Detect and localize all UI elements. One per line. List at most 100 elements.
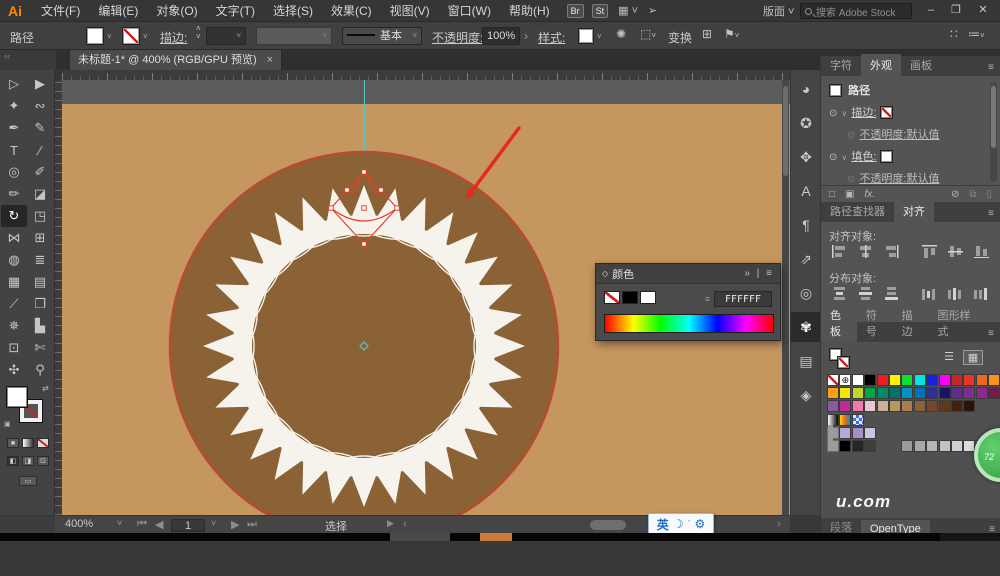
- menu-编辑E[interactable]: 编辑(E): [89, 4, 147, 18]
- bridge-button[interactable]: Br: [567, 4, 584, 18]
- first-artboard-icon[interactable]: ⏮: [137, 518, 147, 531]
- tool-pen[interactable]: ✒: [1, 117, 27, 139]
- swatch-cell[interactable]: [864, 387, 876, 399]
- swatch-cell[interactable]: [963, 374, 975, 386]
- fill-caret-icon[interactable]: ˅: [107, 32, 112, 41]
- brush-definition[interactable]: 基本˅: [342, 27, 422, 45]
- swatch-cell[interactable]: [889, 387, 901, 399]
- arrange-documents-icon[interactable]: ▦ ˅: [618, 4, 638, 17]
- dist-center-v-button[interactable]: [853, 284, 877, 303]
- tool-symbol-sprayer[interactable]: ✵: [1, 315, 27, 337]
- artboard-caret-icon[interactable]: ˅: [211, 518, 216, 528]
- tool-hand[interactable]: ✣: [1, 359, 27, 381]
- align-bottom-button[interactable]: [969, 242, 993, 261]
- ime-settings-icon[interactable]: ⚙: [695, 517, 706, 531]
- swatch-cell[interactable]: [926, 374, 938, 386]
- collapse-icon[interactable]: »: [744, 268, 752, 279]
- dock-grid-icon[interactable]: ∷: [950, 27, 958, 41]
- menu-效果C[interactable]: 效果(C): [322, 4, 381, 18]
- ime-punct-icon[interactable]: ᾽: [688, 519, 691, 529]
- layers-icon[interactable]: ◈: [791, 380, 821, 410]
- tool-lasso[interactable]: ∾: [27, 95, 53, 117]
- swatch-cell[interactable]: [827, 387, 839, 399]
- artboard-number[interactable]: 1: [171, 519, 205, 532]
- stroke-proxy-swatch[interactable]: [837, 356, 850, 369]
- tool-type[interactable]: T: [1, 139, 27, 161]
- vertical-scrollbar[interactable]: [782, 80, 789, 515]
- tab-close-icon[interactable]: ×: [267, 54, 273, 66]
- swatch-cell[interactable]: [976, 374, 988, 386]
- none-mode-button[interactable]: [37, 438, 49, 448]
- dist-center-h-button[interactable]: [943, 284, 967, 303]
- swatch-none[interactable]: [827, 374, 839, 386]
- screen-mode-button[interactable]: ▭: [19, 476, 37, 486]
- swatch-cell[interactable]: [901, 374, 913, 386]
- align-left-button[interactable]: [827, 242, 851, 261]
- tool-paintbrush[interactable]: ✐: [27, 161, 53, 183]
- scroll-right-icon[interactable]: ›: [777, 518, 781, 530]
- swatch-cell[interactable]: [864, 400, 876, 412]
- opacity-expand-icon[interactable]: ›: [524, 29, 528, 43]
- next-artboard-icon[interactable]: ▶: [231, 518, 239, 531]
- tool-rotate[interactable]: ↻: [1, 205, 27, 227]
- fill-stroke-widget[interactable]: ⇄ ▣: [6, 386, 50, 430]
- prev-artboard-icon[interactable]: ◀: [155, 518, 163, 531]
- tool-line-segment[interactable]: ∕: [27, 139, 53, 161]
- swatch-cell[interactable]: [914, 374, 926, 386]
- menu-文字T[interactable]: 文字(T): [207, 4, 264, 18]
- delete-icon[interactable]: ▯: [986, 189, 992, 200]
- align-center-h-button[interactable]: [853, 242, 877, 261]
- tool-pencil[interactable]: ✏: [1, 183, 27, 205]
- swatch-cell[interactable]: [988, 374, 1000, 386]
- new-fill-icon[interactable]: ▣: [845, 189, 854, 200]
- swatch-gradient-color[interactable]: [839, 414, 851, 426]
- twirl-icon[interactable]: ∨: [841, 109, 851, 118]
- brush-panel-icon[interactable]: ✥: [791, 142, 821, 172]
- stroke-weight-value[interactable]: ˅: [206, 27, 246, 45]
- stroke-swatch[interactable]: [122, 27, 140, 45]
- swatch-cell[interactable]: [839, 400, 851, 412]
- swatch-cell[interactable]: [939, 374, 951, 386]
- gradient-icon[interactable]: ◕: [791, 74, 821, 104]
- black-swatch[interactable]: [622, 291, 638, 304]
- tab-artboards[interactable]: 画板: [901, 54, 941, 76]
- swatch-cell[interactable]: [877, 400, 889, 412]
- panel-options-icon[interactable]: ≔˅: [968, 27, 985, 41]
- grid-view-icon[interactable]: ▦: [963, 350, 983, 365]
- transform-link[interactable]: 变换: [668, 29, 692, 46]
- paragraph-icon[interactable]: ¶: [791, 210, 821, 240]
- swatch-cell[interactable]: [877, 374, 889, 386]
- swap-fill-stroke-icon[interactable]: ⇄: [42, 384, 49, 393]
- wand-panel-icon[interactable]: ✪: [791, 108, 821, 138]
- swatch-cell[interactable]: [951, 400, 963, 412]
- align-group-icon[interactable]: ⊞: [702, 27, 712, 41]
- select-similar-icon[interactable]: ⬚˅: [640, 27, 656, 41]
- stroke-none-swatch[interactable]: [880, 106, 893, 119]
- scroll-left-icon[interactable]: ‹: [403, 518, 407, 530]
- workspace-switcher[interactable]: 版面 ˅: [763, 3, 794, 19]
- draw-normal-button[interactable]: ◧: [7, 456, 19, 466]
- swatch-cell[interactable]: [926, 440, 938, 452]
- variable-width-profile[interactable]: ˅: [256, 27, 332, 45]
- align-center-v-button[interactable]: [943, 242, 967, 261]
- swatch-cell[interactable]: [963, 400, 975, 412]
- panel-menu-icon[interactable]: ≡: [982, 208, 1000, 222]
- swatch-registration[interactable]: ⊕: [839, 374, 851, 386]
- swatch-cell[interactable]: [914, 440, 926, 452]
- new-stroke-icon[interactable]: □: [829, 189, 835, 200]
- eye-icon[interactable]: ⊙: [829, 152, 837, 163]
- swatch-cell[interactable]: [864, 374, 876, 386]
- color-panel-header[interactable]: ◇ 颜色 » | ≡: [596, 264, 780, 284]
- panel-menu-icon[interactable]: ≡: [982, 328, 1000, 342]
- gradient-slider-icon[interactable]: ▤: [791, 346, 821, 376]
- swatch-cell[interactable]: [914, 400, 926, 412]
- dist-bottom-button[interactable]: [879, 284, 903, 303]
- tool-direct-selection[interactable]: ▷: [1, 73, 27, 95]
- fill-white-swatch[interactable]: [880, 150, 893, 163]
- style-caret-icon[interactable]: ˅: [597, 32, 602, 41]
- twirl-icon[interactable]: ∨: [841, 153, 851, 162]
- none-swatch[interactable]: [604, 291, 620, 304]
- swatch-cell[interactable]: [852, 427, 864, 439]
- swatch-cell[interactable]: [852, 440, 864, 452]
- appearance-scrollbar[interactable]: [990, 82, 997, 182]
